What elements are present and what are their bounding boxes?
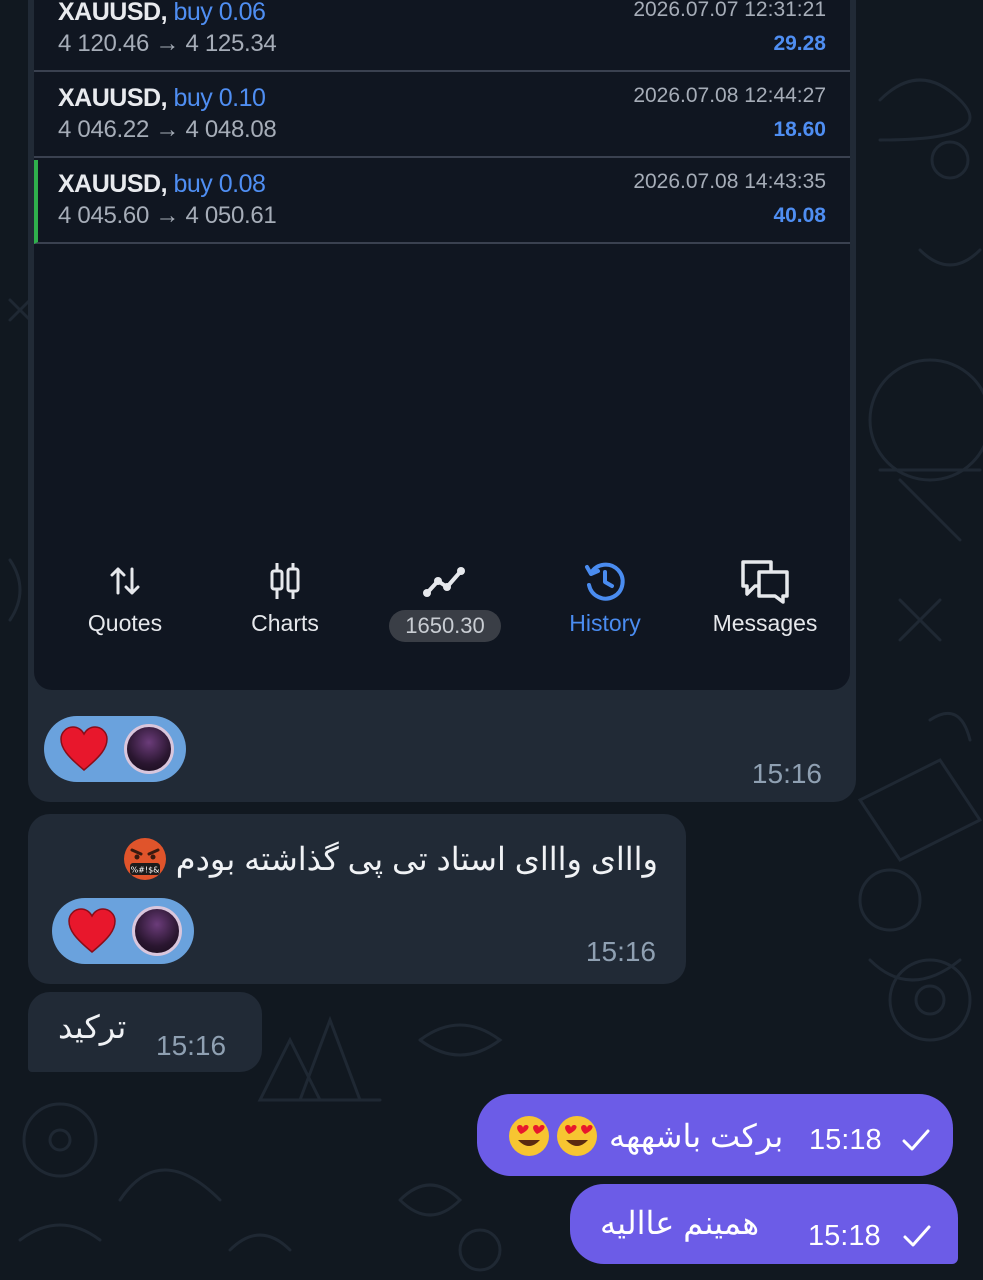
trading-history-screenshot[interactable]: XAUUSD, buy 0.06 4 120.46 → 4 125.34 202… bbox=[34, 0, 850, 690]
deal-row-selected: XAUUSD, buy 0.08 4 045.60 → 4 050.61 202… bbox=[34, 160, 850, 244]
charts-icon bbox=[270, 563, 300, 599]
reaction-heart[interactable] bbox=[52, 898, 194, 964]
avatar bbox=[124, 724, 174, 774]
history-icon bbox=[585, 562, 625, 601]
nav-history-label: History bbox=[569, 610, 641, 636]
messages-icon bbox=[741, 560, 789, 604]
deal-prices: 4 045.60 → 4 050.61 bbox=[58, 202, 277, 229]
nav-messages-label: Messages bbox=[712, 610, 818, 636]
deal-side: buy 0.06 bbox=[173, 0, 266, 26]
deal-datetime: 2026.07.07 12:31:21 bbox=[633, 0, 826, 21]
message-time: 15:18 bbox=[809, 1124, 882, 1156]
deal-symbol: XAUUSD, buy 0.08 bbox=[58, 170, 266, 198]
deal-symbol: XAUUSD, buy 0.06 bbox=[58, 0, 266, 26]
cursing-face-emoji: &$!#% bbox=[123, 838, 166, 880]
nav-charts-label: Charts bbox=[251, 610, 319, 636]
bottom-navigation: Quotes Charts 1650.30 History Messages bbox=[34, 556, 850, 656]
check-icon bbox=[902, 1129, 930, 1151]
message-text: تركيد bbox=[58, 1009, 127, 1045]
deal-symbol: XAUUSD, buy 0.10 bbox=[58, 84, 266, 112]
outgoing-message[interactable]: بركت باشههه 15:18 bbox=[477, 1094, 953, 1176]
nav-trade: 1650.30 bbox=[370, 556, 520, 642]
nav-charts: Charts bbox=[210, 556, 360, 637]
message-time: 15:18 bbox=[808, 1220, 881, 1252]
nav-messages: Messages bbox=[690, 556, 840, 637]
deal-prices: 4 120.46 → 4 125.34 bbox=[58, 30, 277, 57]
message-text: بركت باشههه bbox=[507, 1114, 783, 1158]
check-icon bbox=[903, 1225, 931, 1247]
heart-icon bbox=[60, 726, 108, 771]
balance-badge: 1650.30 bbox=[389, 610, 501, 642]
message-text: همينم عااليه bbox=[600, 1205, 760, 1241]
heart-icon bbox=[68, 908, 116, 953]
deal-profit: 18.60 bbox=[773, 118, 826, 141]
message-time: 15:16 bbox=[156, 1030, 227, 1061]
nav-history: History bbox=[530, 556, 680, 637]
trade-icon bbox=[423, 567, 465, 597]
avatar bbox=[132, 906, 182, 956]
deal-datetime: 2026.07.08 12:44:27 bbox=[633, 84, 826, 107]
deal-profit: 29.28 bbox=[773, 32, 826, 55]
deal-side: buy 0.08 bbox=[173, 170, 266, 198]
deal-profit: 40.08 bbox=[773, 204, 826, 227]
message-text: واااى واااى استاد تى پى گذاشته بودم &$!#… bbox=[122, 836, 658, 882]
incoming-message-screenshot[interactable]: XAUUSD, buy 0.06 4 120.46 → 4 125.34 202… bbox=[28, 0, 856, 802]
message-time: 15:16 bbox=[751, 758, 822, 789]
nav-quotes: Quotes bbox=[50, 556, 200, 637]
quotes-icon bbox=[110, 567, 140, 595]
incoming-message[interactable]: واااى واااى استاد تى پى گذاشته بودم &$!#… bbox=[28, 814, 686, 984]
heart-eyes-emoji bbox=[509, 1116, 549, 1156]
outgoing-message[interactable]: همينم عااليه 15:18 bbox=[570, 1184, 958, 1264]
deal-prices: 4 046.22 → 4 048.08 bbox=[58, 116, 277, 143]
deal-side: buy 0.10 bbox=[173, 84, 266, 112]
deal-datetime: 2026.07.08 14:43:35 bbox=[633, 170, 826, 193]
message-time: 15:16 bbox=[585, 936, 656, 967]
heart-eyes-emoji bbox=[557, 1116, 597, 1156]
svg-text:&$!#%: &$!#% bbox=[130, 866, 159, 875]
reaction-heart[interactable] bbox=[44, 716, 186, 782]
deal-row: XAUUSD, buy 0.06 4 120.46 → 4 125.34 202… bbox=[34, 0, 850, 72]
deal-row: XAUUSD, buy 0.10 4 046.22 → 4 048.08 202… bbox=[34, 74, 850, 158]
incoming-message[interactable]: تركيد 15:16 bbox=[28, 992, 262, 1072]
nav-quotes-label: Quotes bbox=[87, 610, 163, 636]
